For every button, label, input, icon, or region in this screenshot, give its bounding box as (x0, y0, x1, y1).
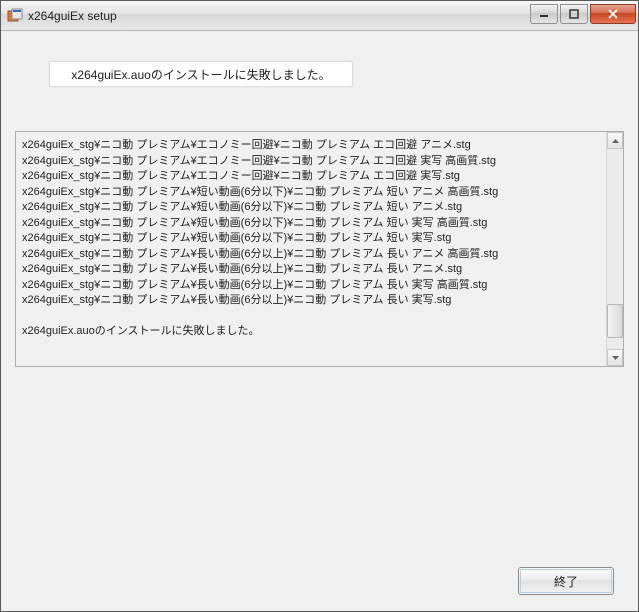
minimize-button[interactable] (530, 4, 558, 24)
scroll-up-button[interactable] (607, 132, 623, 149)
app-icon (7, 8, 23, 24)
button-bar: 終了 (518, 567, 614, 595)
scroll-down-button[interactable] (607, 349, 623, 366)
log-line: x264guiEx_stg¥ニコ動 プレミアム¥長い動画(6分以上)¥ニコ動 プ… (22, 278, 603, 294)
app-window: x264guiEx setup x264guiEx.auoのインストールに失敗し… (0, 0, 639, 612)
log-line: x264guiEx_stg¥ニコ動 プレミアム¥エコノミー回避¥ニコ動 プレミア… (22, 154, 603, 170)
exit-button[interactable]: 終了 (518, 567, 614, 595)
maximize-button[interactable] (560, 4, 588, 24)
log-line: x264guiEx_stg¥ニコ動 プレミアム¥短い動画(6分以下)¥ニコ動 プ… (22, 216, 603, 232)
window-controls (528, 4, 636, 24)
log-box: x264guiEx_stg¥ニコ動 プレミアム¥エコノミー回避¥ニコ動 プレミア… (15, 131, 624, 367)
scroll-track[interactable] (607, 149, 623, 349)
status-banner-text: x264guiEx.auoのインストールに失敗しました。 (71, 66, 330, 83)
titlebar[interactable]: x264guiEx setup (1, 1, 638, 31)
log-line: x264guiEx_stg¥ニコ動 プレミアム¥長い動画(6分以上)¥ニコ動 プ… (22, 262, 603, 278)
close-button[interactable] (590, 4, 636, 24)
log-final-message: x264guiEx.auoのインストールに失敗しました。 (22, 324, 603, 340)
log-line: x264guiEx_stg¥ニコ動 プレミアム¥長い動画(6分以上)¥ニコ動 プ… (22, 293, 603, 309)
status-banner: x264guiEx.auoのインストールに失敗しました。 (49, 61, 353, 87)
log-scrollbar[interactable] (606, 132, 623, 366)
window-title: x264guiEx setup (28, 9, 528, 23)
log-line: x264guiEx_stg¥ニコ動 プレミアム¥エコノミー回避¥ニコ動 プレミア… (22, 169, 603, 185)
client-area: x264guiEx.auoのインストールに失敗しました。 x264guiEx_s… (1, 31, 638, 611)
log-line: x264guiEx_stg¥ニコ動 プレミアム¥短い動画(6分以下)¥ニコ動 プ… (22, 200, 603, 216)
log-line: x264guiEx_stg¥ニコ動 プレミアム¥エコノミー回避¥ニコ動 プレミア… (22, 138, 603, 154)
scroll-thumb[interactable] (607, 304, 623, 338)
log-line: x264guiEx_stg¥ニコ動 プレミアム¥短い動画(6分以下)¥ニコ動 プ… (22, 185, 603, 201)
log-line: x264guiEx_stg¥ニコ動 プレミアム¥長い動画(6分以上)¥ニコ動 プ… (22, 247, 603, 263)
log-content[interactable]: x264guiEx_stg¥ニコ動 プレミアム¥エコノミー回避¥ニコ動 プレミア… (16, 132, 606, 366)
log-line: x264guiEx_stg¥ニコ動 プレミアム¥短い動画(6分以下)¥ニコ動 プ… (22, 231, 603, 247)
